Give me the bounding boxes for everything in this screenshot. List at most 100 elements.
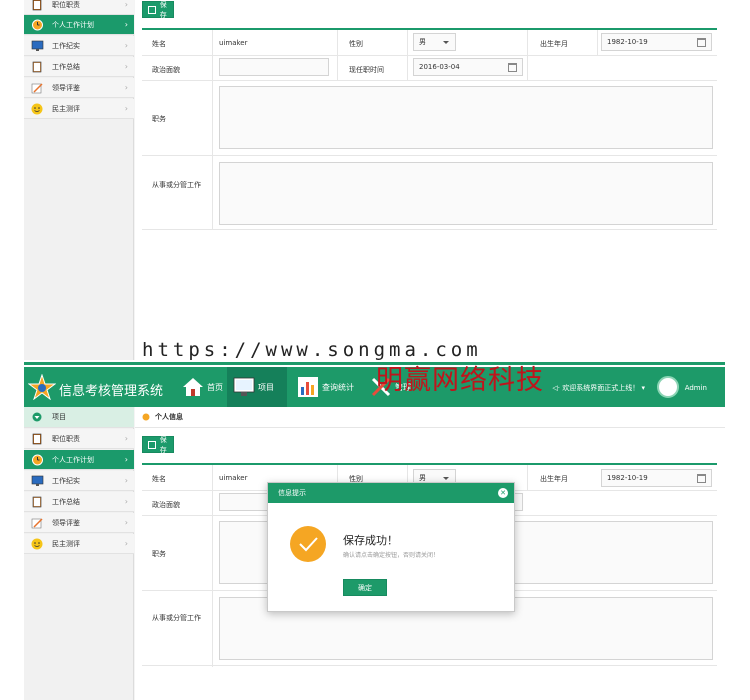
alarm-clock-icon <box>30 18 44 32</box>
col-divider <box>597 30 598 55</box>
nav-home[interactable]: 首页 <box>177 367 228 407</box>
sidebar-second: 项目 职位职责 › 个人工作计划 › 工作纪实 › 工作总结 › 领导评鉴 › … <box>24 407 134 700</box>
sidebar-item-plan[interactable]: 个人工作计划 › <box>24 15 134 35</box>
sidebar-first: 职位职责 › 个人工作计划 › 工作纪实 › 工作总结 › 领导评鉴 › 民主测… <box>24 0 134 360</box>
chevron-down-circle-icon <box>30 410 44 424</box>
chevron-right-icon: › <box>124 83 128 92</box>
notice-text: ◁· 欢迎系统界面正式上线！ ▾ <box>552 384 645 392</box>
sidebar-item-evaluate[interactable]: 民主测评 › <box>24 534 134 554</box>
politics-label: 政治面貌 <box>152 501 180 509</box>
chevron-down-icon <box>443 477 449 480</box>
dialog-title: 信息提示 <box>278 489 306 497</box>
sidebar-item-label: 领导评鉴 <box>52 83 80 92</box>
top-header: 信息考核管理系统 首页 项目 查询统计 管理 ◁· 欢迎系统界面正式上线！ ▾ … <box>24 367 725 407</box>
row-divider <box>142 155 717 156</box>
confirm-button[interactable]: 确定 <box>343 579 387 596</box>
since-date-input[interactable]: 2016-03-04 <box>413 58 523 76</box>
duty-textarea[interactable] <box>219 86 713 149</box>
save-icon <box>148 5 156 14</box>
calendar-icon[interactable] <box>697 474 706 483</box>
sidebar-item-review[interactable]: 领导评鉴 › <box>24 78 134 98</box>
sidebar-item-summary[interactable]: 工作总结 › <box>24 492 134 512</box>
sidebar-item-plan[interactable]: 个人工作计划 › <box>24 450 134 470</box>
sidebar-item-review[interactable]: 领导评鉴 › <box>24 513 134 533</box>
book-icon <box>30 432 44 446</box>
chevron-down-icon <box>443 41 449 44</box>
sidebar-item-record[interactable]: 工作纪实 › <box>24 471 134 491</box>
work-label: 从事或分管工作 <box>152 614 201 622</box>
clipboard-icon <box>30 495 44 509</box>
col-divider <box>212 30 213 230</box>
chevron-down-icon[interactable]: ▾ <box>641 384 645 392</box>
info-form-first: 姓名 uimaker 性别 男 出生年月 1982-10-19 政治面貌 现任职… <box>142 28 717 230</box>
close-icon[interactable]: ✕ <box>498 488 508 498</box>
smiley-icon <box>30 102 44 116</box>
smiley-icon <box>30 537 44 551</box>
breadcrumb: 个人信息 <box>142 412 183 422</box>
chevron-right-icon: › <box>124 434 128 443</box>
chevron-right-icon: › <box>124 518 128 527</box>
sidebar-item-duty[interactable]: 职位职责 › <box>24 0 134 15</box>
save-button[interactable]: 保存 <box>142 1 174 19</box>
speaker-icon: ◁· <box>552 384 561 392</box>
sidebar-item-label: 个人工作计划 <box>52 20 94 29</box>
sidebar-item-label: 工作纪实 <box>52 41 80 50</box>
col-divider <box>527 30 528 80</box>
work-label: 从事或分管工作 <box>152 181 201 189</box>
work-textarea[interactable] <box>219 162 713 225</box>
sidebar-item-label: 工作总结 <box>52 62 80 71</box>
dialog-message: 确认请点击确定按钮，否则请关闭！ <box>343 552 440 559</box>
info-icon <box>142 413 150 421</box>
row-divider <box>142 80 717 81</box>
success-dialog: 信息提示 ✕ 保存成功！ 确认请点击确定按钮，否则请关闭！ 确定 <box>267 482 515 612</box>
chevron-right-icon: › <box>124 476 128 485</box>
dialog-heading: 保存成功！ <box>343 534 398 547</box>
clipboard-icon <box>30 60 44 74</box>
sidebar-item-summary[interactable]: 工作总结 › <box>24 57 134 77</box>
chart-icon <box>298 377 318 397</box>
birth-label: 出生年月 <box>540 40 568 48</box>
user-name[interactable]: Admin <box>685 384 707 392</box>
note-pencil-icon <box>30 516 44 530</box>
nav-stats[interactable]: 查询统计 <box>292 367 359 407</box>
app-title: 信息考核管理系统 <box>59 384 164 399</box>
nav-project[interactable]: 项目 <box>227 367 287 407</box>
duty-label: 职务 <box>152 550 166 558</box>
sidebar-section-project[interactable]: 项目 <box>24 407 134 428</box>
col-divider <box>527 465 528 490</box>
name-value: uimaker <box>219 39 248 47</box>
birth-date-input[interactable]: 1982-10-19 <box>601 33 712 51</box>
chevron-right-icon: › <box>124 497 128 506</box>
save-button[interactable]: 保存 <box>142 436 174 454</box>
logo-star-icon <box>27 373 57 402</box>
gender-select[interactable]: 男 <box>413 33 456 51</box>
birth-date-input[interactable]: 1982-10-19 <box>601 469 712 487</box>
alarm-clock-icon <box>30 453 44 467</box>
breadcrumb-divider <box>135 427 725 428</box>
avatar[interactable] <box>657 376 679 398</box>
col-divider <box>407 30 408 80</box>
sidebar-item-record[interactable]: 工作纪实 › <box>24 36 134 56</box>
calendar-icon[interactable] <box>697 38 706 47</box>
sidebar-item-duty[interactable]: 职位职责 › <box>24 429 134 449</box>
gender-label: 性别 <box>349 40 363 48</box>
col-divider <box>212 465 213 667</box>
chevron-right-icon: › <box>124 104 128 113</box>
row-divider <box>142 665 717 666</box>
sidebar-item-evaluate[interactable]: 民主测评 › <box>24 99 134 119</box>
home-icon <box>183 378 203 396</box>
divider-line <box>24 362 725 365</box>
sidebar-item-label: 民主测评 <box>52 104 80 113</box>
birth-label: 出生年月 <box>540 475 568 483</box>
monitor-icon <box>30 474 44 488</box>
row-divider <box>142 55 717 56</box>
chevron-right-icon: › <box>124 62 128 71</box>
row-divider <box>142 229 717 230</box>
monitor-icon <box>30 39 44 53</box>
watermark-text: 明赢网络科技 <box>376 365 544 396</box>
chevron-right-icon: › <box>124 20 128 29</box>
politics-input[interactable] <box>219 58 329 76</box>
calendar-icon[interactable] <box>508 63 517 72</box>
chevron-right-icon: › <box>124 539 128 548</box>
monitor-icon <box>233 377 255 396</box>
